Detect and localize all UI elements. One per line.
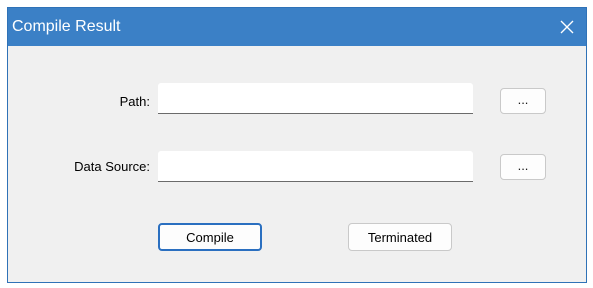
terminated-button[interactable]: Terminated	[348, 223, 452, 251]
compile-button[interactable]: Compile	[158, 223, 262, 251]
path-label: Path:	[119, 94, 150, 109]
close-button[interactable]	[548, 8, 586, 46]
path-browse-button[interactable]: ...	[500, 88, 546, 114]
close-icon	[560, 20, 574, 34]
data-source-input[interactable]	[158, 151, 473, 182]
data-source-browse-button[interactable]: ...	[500, 154, 546, 180]
title-bar: Compile Result	[8, 8, 586, 46]
path-input[interactable]	[158, 83, 473, 114]
data-source-label: Data Source:	[74, 159, 150, 174]
compile-result-dialog: Compile Result Path: ... Data Source: ..…	[7, 7, 587, 283]
window-title: Compile Result	[12, 18, 121, 35]
